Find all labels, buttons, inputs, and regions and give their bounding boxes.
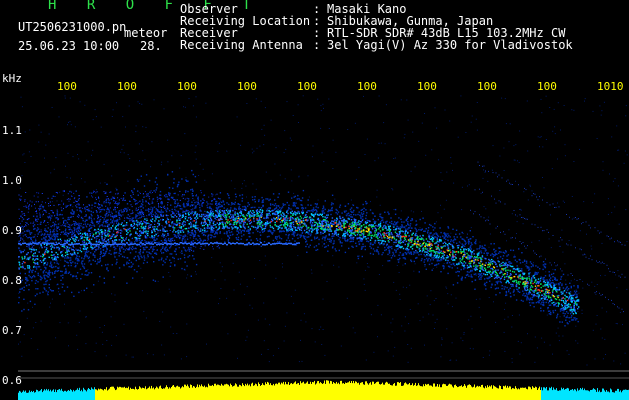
x-tick-label: 100: [237, 80, 257, 93]
y-tick-label: 0.7: [2, 324, 22, 337]
info-label-antenna: Receiving Antenna: [180, 38, 303, 52]
y-axis-unit: kHz: [2, 72, 22, 85]
y-tick-label: 0.9: [2, 224, 22, 237]
noise-level-bar: [18, 380, 629, 400]
meteor-echo-trace: [18, 95, 628, 366]
y-tick-label: 1.1: [2, 124, 22, 137]
y-tick-label: 1.0: [2, 174, 22, 187]
spectrogram-canvas: [18, 95, 629, 400]
x-tick-label: 100: [297, 80, 317, 93]
echo-count: 28.: [140, 39, 162, 53]
x-tick-label: 100: [417, 80, 437, 93]
y-tick-label: 0.8: [2, 274, 22, 287]
info-colon: :: [313, 38, 321, 52]
date-time: 25.06.23 10:00: [18, 39, 120, 53]
x-tick-label: 100: [477, 80, 497, 93]
x-tick-label: 100: [57, 80, 77, 93]
info-value-antenna: 3el Yagi(V) Az 330 for Vladivostok: [327, 38, 573, 52]
x-tick-label: 100: [357, 80, 377, 93]
x-tick-label: 100: [537, 80, 557, 93]
y-tick-label: 0.6: [2, 374, 22, 387]
tag-label: meteor: [124, 26, 168, 40]
x-tick-label: 100: [177, 80, 197, 93]
y-grid-lines: [18, 370, 629, 379]
x-tick-label: 100: [117, 80, 137, 93]
x-tick-label: 1010: [597, 80, 624, 93]
file-name: UT2506231000.pn: [18, 20, 127, 34]
